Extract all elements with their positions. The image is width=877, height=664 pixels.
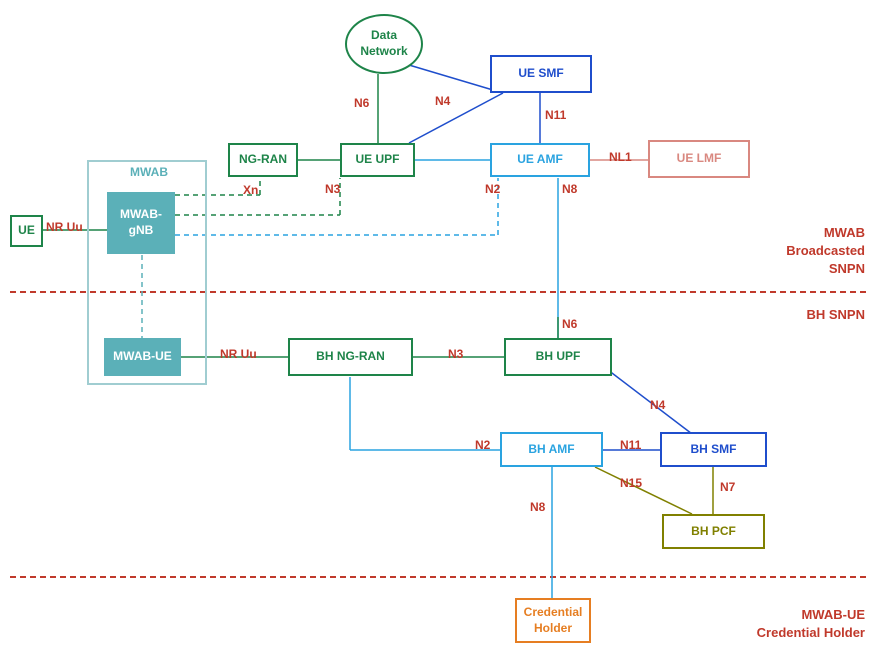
section-mwab-ue-ch: MWAB-UECredential Holder xyxy=(715,606,865,642)
bh-amf-node: BH AMF xyxy=(500,432,603,467)
bh-ng-ran-label: BH NG-RAN xyxy=(316,349,385,365)
ue-amf-node: UE AMF xyxy=(490,143,590,177)
bh-smf-label: BH SMF xyxy=(691,442,737,458)
link-n8-a: N8 xyxy=(562,182,577,196)
bh-upf-label: BH UPF xyxy=(536,349,581,365)
link-n2-a: N2 xyxy=(485,182,500,196)
ue-amf-label: UE AMF xyxy=(517,152,563,168)
link-n3-a: N3 xyxy=(325,182,340,196)
ue-upf-label: UE UPF xyxy=(355,152,399,168)
section-mwab-broadcasted: MWABBroadcastedSNPN xyxy=(755,224,865,279)
link-n6-a: N6 xyxy=(354,96,369,110)
bh-pcf-label: BH PCF xyxy=(691,524,736,540)
ue-node: UE xyxy=(10,215,43,247)
link-n15: N15 xyxy=(620,476,642,490)
data-network-label: DataNetwork xyxy=(360,28,407,59)
link-n3-b: N3 xyxy=(448,347,463,361)
link-n2-b: N2 xyxy=(475,438,490,452)
credential-holder-node: CredentialHolder xyxy=(515,598,591,643)
link-n6-b: N6 xyxy=(562,317,577,331)
section-bh-snpn: BH SNPN xyxy=(755,306,865,324)
link-xn: Xn xyxy=(243,183,258,197)
mwab-ue-label: MWAB-UE xyxy=(113,349,172,365)
link-n11-a: N11 xyxy=(545,108,566,122)
mwab-ue-node: MWAB-UE xyxy=(104,338,181,376)
mwab-gnb-node: MWAB-gNB xyxy=(107,192,175,254)
link-n4-a: N4 xyxy=(435,94,450,108)
ue-upf-node: UE UPF xyxy=(340,143,415,177)
link-n11-b: N11 xyxy=(620,438,641,452)
mwab-title: MWAB xyxy=(130,165,168,179)
ue-smf-node: UE SMF xyxy=(490,55,592,93)
ng-ran-node: NG-RAN xyxy=(228,143,298,177)
data-network-node: DataNetwork xyxy=(345,14,423,74)
link-n8-b: N8 xyxy=(530,500,545,514)
link-n4-b: N4 xyxy=(650,398,665,412)
link-nl1: NL1 xyxy=(609,150,632,164)
ng-ran-label: NG-RAN xyxy=(239,152,287,168)
mwab-gnb-label: MWAB-gNB xyxy=(120,207,162,238)
link-n7: N7 xyxy=(720,480,735,494)
bh-amf-label: BH AMF xyxy=(528,442,574,458)
bh-ng-ran-node: BH NG-RAN xyxy=(288,338,413,376)
ue-lmf-node: UE LMF xyxy=(648,140,750,178)
bh-smf-node: BH SMF xyxy=(660,432,767,467)
credential-holder-label: CredentialHolder xyxy=(524,605,583,636)
link-nruu-b: NR Uu xyxy=(220,347,257,361)
bh-upf-node: BH UPF xyxy=(504,338,612,376)
ue-lmf-label: UE LMF xyxy=(677,151,722,167)
ue-smf-label: UE SMF xyxy=(518,66,563,82)
ue-label: UE xyxy=(18,223,35,239)
link-nruu-a: NR Uu xyxy=(46,220,83,234)
bh-pcf-node: BH PCF xyxy=(662,514,765,549)
